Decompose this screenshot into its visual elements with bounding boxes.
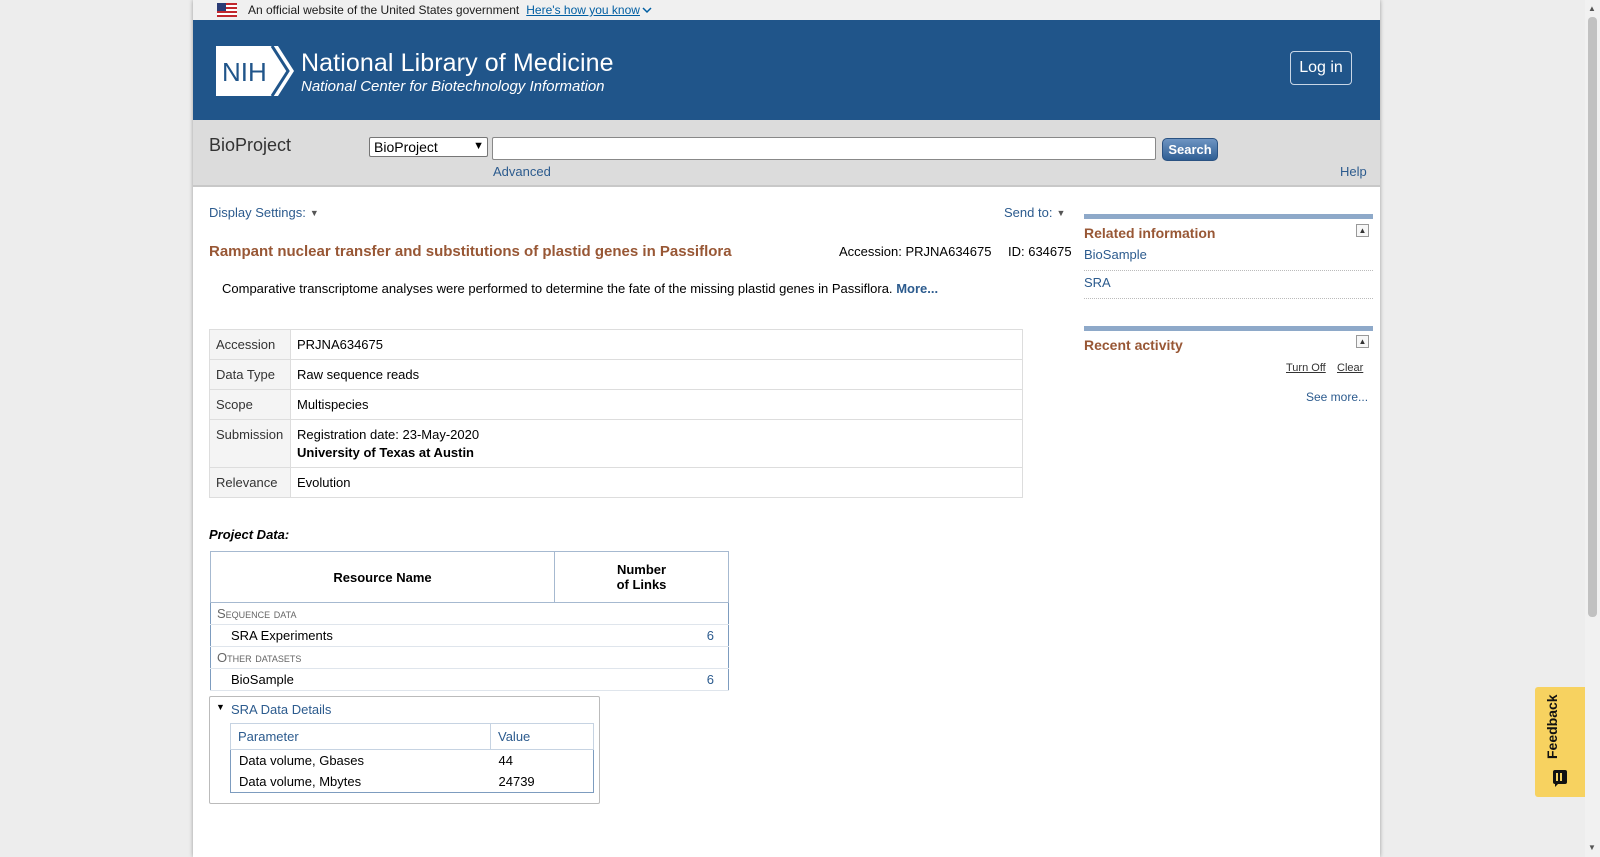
scrollbar-thumb[interactable]: [1588, 17, 1597, 617]
info-value: Multispecies: [290, 389, 1023, 420]
database-select-value: BioProject: [374, 139, 438, 155]
resource-name-header: Resource Name: [210, 551, 555, 603]
table-row: Data volume, Gbases 44: [231, 750, 594, 772]
table-row: BioSample 6: [210, 668, 729, 691]
registration-date: Registration date: 23-May-2020: [297, 427, 480, 442]
us-flag-icon: [217, 3, 237, 17]
caret-down-icon: ▼: [1056, 208, 1066, 218]
search-input[interactable]: [492, 137, 1156, 160]
nih-logo-icon[interactable]: NIH: [216, 46, 294, 96]
info-value: Evolution: [290, 467, 1023, 498]
advanced-search-link[interactable]: Advanced: [493, 164, 551, 179]
display-settings-menu[interactable]: Display Settings: ▼: [209, 205, 319, 220]
database-title[interactable]: BioProject: [209, 135, 291, 156]
search-button[interactable]: Search: [1162, 138, 1218, 161]
value-header[interactable]: Value: [490, 723, 594, 750]
related-link-sra[interactable]: SRA: [1084, 275, 1373, 299]
biosample-count-link[interactable]: 6: [707, 672, 714, 687]
number-of-links-header: Number of Links: [554, 551, 729, 603]
gov-banner-text: An official website of the United States…: [248, 3, 520, 17]
feedback-label: Feedback: [1544, 694, 1560, 759]
svg-text:NIH: NIH: [222, 57, 267, 87]
id-header: ID: 634675: [1008, 244, 1072, 259]
project-data-label: Project Data:: [209, 527, 290, 542]
project-info-table: Accession PRJNA634675 Data Type Raw sequ…: [209, 329, 1023, 498]
sra-details-table: Parameter Value Data volume, Gbases 44 D…: [230, 723, 594, 793]
info-value: Registration date: 23-May-2020 Universit…: [290, 419, 1023, 468]
feedback-button[interactable]: Feedback: [1535, 687, 1585, 797]
info-value: Raw sequence reads: [290, 359, 1023, 390]
send-to-menu[interactable]: Send to: ▼: [1004, 205, 1065, 220]
resource-category: Sequence data: [210, 602, 729, 625]
help-link[interactable]: Help: [1340, 164, 1367, 179]
resource-category: Other datasets: [210, 646, 729, 669]
table-row: Relevance Evolution: [209, 467, 1023, 498]
search-bar: BioProject BioProject ▼ Search Advanced …: [193, 120, 1380, 187]
value-cell: 24739: [498, 774, 535, 789]
accession-header: Accession: PRJNA634675: [839, 244, 992, 259]
info-key: Scope: [209, 389, 291, 420]
info-value: PRJNA634675: [290, 329, 1023, 360]
project-title: Rampant nuclear transfer and substitutio…: [209, 243, 732, 260]
recent-activity-title: Recent activity: [1084, 337, 1183, 353]
related-link-biosample[interactable]: BioSample: [1084, 247, 1373, 271]
triangle-down-icon[interactable]: ▼: [216, 702, 225, 712]
value-cell: 44: [498, 753, 513, 768]
related-information-title: Related information: [1084, 225, 1216, 241]
project-description: Comparative transcriptome analyses were …: [222, 281, 939, 296]
info-key: Data Type: [209, 359, 291, 390]
scroll-down-icon[interactable]: ▼: [1588, 843, 1596, 852]
table-row: Sequence data: [210, 602, 729, 625]
submitter-organization: University of Texas at Austin: [297, 445, 474, 460]
turn-off-link[interactable]: Turn Off: [1286, 362, 1326, 374]
caret-down-icon: ▼: [309, 208, 319, 218]
nlm-header: NIH National Library of Medicine Nationa…: [193, 20, 1380, 120]
clear-link[interactable]: Clear: [1337, 362, 1363, 374]
more-link[interactable]: More...: [896, 281, 938, 296]
collapse-up-icon[interactable]: ▲: [1356, 224, 1369, 237]
resource-name: BioSample: [210, 668, 555, 691]
vertical-scrollbar[interactable]: ▲ ▼: [1585, 0, 1600, 857]
info-key: Submission: [209, 419, 291, 468]
table-header-row: Parameter Value: [230, 723, 594, 750]
table-row: Data Type Raw sequence reads: [209, 359, 1023, 390]
resource-name: SRA Experiments: [210, 624, 555, 647]
login-button[interactable]: Log in: [1290, 51, 1352, 85]
ncbi-subtitle: National Center for Biotechnology Inform…: [301, 78, 605, 95]
parameter-cell: Data volume, Gbases: [239, 753, 365, 768]
table-row: Data volume, Mbytes 24739: [231, 771, 594, 793]
chevron-down-icon: ▼: [473, 140, 484, 152]
nlm-title[interactable]: National Library of Medicine: [301, 49, 614, 78]
table-row: Scope Multispecies: [209, 389, 1023, 420]
table-row: SRA Experiments 6: [210, 624, 729, 647]
how-you-know-link[interactable]: Here's how you know: [526, 3, 652, 17]
page-container: An official website of the United States…: [193, 0, 1380, 857]
info-key: Accession: [209, 329, 291, 360]
gov-banner: An official website of the United States…: [193, 0, 1380, 20]
parameter-cell: Data volume, Mbytes: [239, 774, 362, 789]
sra-experiments-count-link[interactable]: 6: [707, 628, 714, 643]
feedback-icon: [1553, 770, 1567, 787]
chevron-down-icon: [642, 7, 652, 14]
collapse-up-icon[interactable]: ▲: [1356, 335, 1369, 348]
info-key: Relevance: [209, 467, 291, 498]
sra-details-box: ▼ SRA Data Details Parameter Value Data …: [209, 696, 600, 804]
resource-table: Resource Name Number of Links Sequence da…: [210, 551, 729, 691]
table-header-row: Resource Name Number of Links: [210, 551, 729, 603]
table-row: Submission Registration date: 23-May-202…: [209, 419, 1023, 468]
parameter-header[interactable]: Parameter: [230, 723, 491, 750]
sra-details-toggle[interactable]: SRA Data Details: [231, 702, 331, 717]
database-select[interactable]: BioProject ▼: [369, 137, 488, 157]
see-more-link[interactable]: See more...: [1306, 390, 1368, 404]
table-row: Other datasets: [210, 646, 729, 669]
portlet-divider: [1084, 326, 1373, 331]
table-row: Accession PRJNA634675: [209, 329, 1023, 360]
portlet-divider: [1084, 214, 1373, 219]
scroll-up-icon[interactable]: ▲: [1588, 4, 1596, 13]
